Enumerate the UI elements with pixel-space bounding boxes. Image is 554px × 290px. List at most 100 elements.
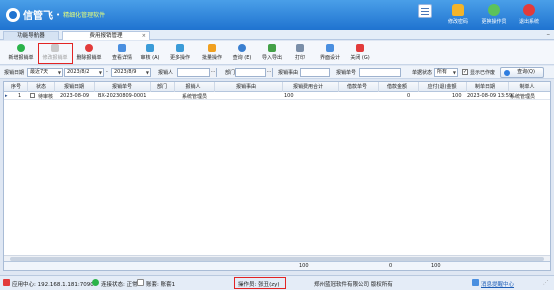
add-icon — [17, 44, 25, 52]
date-separator: - — [106, 69, 108, 75]
toolbar: 新增报销单 修改报销单 删除报销单 查看详情 审核 (A) 更多操作 批量操作 … — [0, 41, 554, 65]
import-export-icon — [268, 44, 276, 52]
col-header-created-date[interactable]: 制单日期 — [470, 83, 500, 90]
import-export-button[interactable]: 导入导出 — [258, 43, 286, 63]
ellipsis-icon[interactable]: … — [209, 68, 216, 77]
view-details-button[interactable]: 查看详情 — [108, 43, 136, 63]
batch-icon — [208, 44, 216, 52]
printer-icon — [296, 44, 304, 52]
print-button[interactable]: 打印 — [290, 43, 310, 63]
query-button[interactable]: 查询(Q) — [500, 67, 544, 78]
account-status: 账套: 账套1 — [146, 282, 176, 288]
tab-label: 费用报销管理 — [89, 33, 123, 39]
search-icon — [504, 70, 510, 76]
close-icon — [356, 44, 364, 52]
dept-input[interactable]: … — [235, 68, 273, 77]
table-row[interactable]: ▸ 1 待审核 2023-08-09 BX-20230809-0001 系统管理… — [4, 92, 550, 100]
menu-list-button[interactable] — [414, 4, 436, 28]
approve-label: 审核 (A) — [140, 55, 160, 61]
chevron-down-icon: ▼ — [57, 70, 61, 75]
tab-bar: 功能导航器 费用报销管理 × – — [0, 30, 554, 40]
cell-payable: 100 — [452, 93, 462, 99]
date-from-value: 2023/8/2 — [67, 69, 90, 75]
connection-ok-icon — [92, 279, 99, 286]
delete-icon — [85, 44, 93, 52]
chevron-down-icon: ▼ — [145, 70, 149, 75]
add-expense-label: 新增报销单 — [8, 55, 34, 61]
date-to-picker[interactable]: 2023/8/9 ▼ — [111, 68, 151, 77]
ellipsis-icon[interactable]: … — [265, 68, 272, 77]
chevron-down-icon: ▼ — [452, 70, 456, 75]
status-bar: 应用中心: 192.168.1.181:7090 连接状态: 正常 账套: 账套… — [0, 275, 554, 290]
status-select[interactable]: 所有 ▼ — [434, 68, 458, 77]
approve-icon — [146, 44, 154, 52]
status-value: 所有 — [437, 69, 448, 75]
date-label: 报销日期 — [4, 70, 25, 76]
minimize-icon[interactable]: – — [547, 30, 551, 39]
brand-separator: • — [56, 10, 61, 19]
tab-expense-management[interactable]: 费用报销管理 × — [62, 31, 150, 40]
close-page-button[interactable]: 关闭 (G) — [348, 43, 372, 63]
app-header: 信管飞 • 精细化管理软件 修改密码 更换操作员 退出系统 — [0, 0, 554, 30]
col-header-loan-amount[interactable]: 借款金额 — [382, 83, 412, 90]
delete-expense-label: 删除报销单 — [76, 55, 102, 61]
exit-system-button[interactable]: 退出系统 — [514, 4, 544, 28]
number-input[interactable] — [359, 68, 401, 77]
batch-actions-button[interactable]: 批量操作 — [198, 43, 226, 63]
switch-operator-button[interactable]: 更换操作员 — [478, 4, 510, 28]
chevron-down-icon — [176, 44, 184, 52]
cell-reimburser: 系统管理员 — [182, 94, 208, 100]
status-label: 单据状态 — [412, 70, 433, 76]
cell-creator: 系统管理员 — [510, 94, 536, 100]
col-header-status[interactable]: 状态 — [34, 83, 48, 90]
import-export-label: 导入导出 — [261, 55, 282, 61]
total-expense: 100 — [299, 263, 309, 269]
more-actions-button[interactable]: 更多操作 — [166, 43, 194, 63]
number-label: 报销单号 — [336, 70, 357, 76]
layout-design-button[interactable]: 界面设计 — [316, 43, 344, 63]
date-from-picker[interactable]: 2023/8/2 ▼ — [64, 68, 104, 77]
date-range-select[interactable]: 最近7天 ▼ — [27, 68, 63, 77]
brand-logo: 信管飞 • 精细化管理软件 — [6, 7, 105, 22]
col-header-reimburser[interactable]: 报销人 — [176, 83, 210, 90]
col-header-dept[interactable]: 部门 — [152, 83, 172, 90]
exit-system-label: 退出系统 — [518, 19, 539, 25]
resize-grip-icon[interactable]: ⋰ — [543, 280, 549, 286]
close-icon[interactable]: × — [142, 32, 146, 41]
col-header-loan-number[interactable]: 借款单号 — [342, 83, 372, 90]
col-header-date[interactable]: 报销日期 — [60, 83, 88, 90]
chevron-down-icon: ▼ — [98, 70, 102, 75]
cell-date: 2023-08-09 — [60, 93, 90, 99]
show-stopped-checkbox[interactable]: ✓ — [462, 69, 468, 75]
col-header-reason[interactable]: 报销事由 — [228, 83, 264, 90]
delete-expense-button[interactable]: 删除报销单 — [74, 43, 104, 63]
brand-name: 信管飞 — [23, 11, 53, 22]
tab-label: 功能导航器 — [17, 33, 45, 39]
tab-function-navigator[interactable]: 功能导航器 — [3, 31, 59, 40]
dept-label: 部门 — [225, 70, 236, 76]
col-header-index[interactable]: 序号 — [10, 83, 22, 90]
query-button-label: 查询(Q) — [517, 69, 535, 75]
change-password-button[interactable]: 修改密码 — [444, 4, 472, 28]
message-center-link[interactable]: 消息提醒中心 — [481, 280, 514, 288]
col-header-payable[interactable]: 应付(退)金额 — [422, 83, 462, 90]
reason-input[interactable] — [300, 68, 330, 77]
reimburser-input[interactable]: … — [177, 68, 217, 77]
details-icon — [118, 44, 126, 52]
add-expense-button[interactable]: 新增报销单 — [6, 43, 36, 63]
lock-icon — [452, 4, 464, 16]
filter-bar: 报销日期 最近7天 ▼ 2023/8/2 ▼ - 2023/8/9 ▼ 报销人 … — [0, 66, 554, 79]
approve-button[interactable]: 审核 (A) — [138, 43, 162, 63]
col-header-creator[interactable]: 制单人 — [512, 83, 542, 90]
close-page-label: 关闭 (G) — [350, 55, 370, 61]
highlight-box — [38, 43, 73, 64]
brand-subtitle: 精细化管理软件 — [63, 12, 106, 19]
col-header-number[interactable]: 报销单号 — [98, 83, 146, 90]
message-icon — [472, 279, 479, 286]
reimburser-label: 报销人 — [158, 70, 174, 76]
row-checkbox[interactable] — [30, 93, 35, 98]
date-range-value: 最近7天 — [30, 69, 49, 75]
cell-index: 1 — [18, 93, 22, 99]
query-toolbar-button[interactable]: 查询 (E) — [230, 43, 254, 63]
col-header-expense-total[interactable]: 报销费用合计 — [288, 83, 328, 90]
